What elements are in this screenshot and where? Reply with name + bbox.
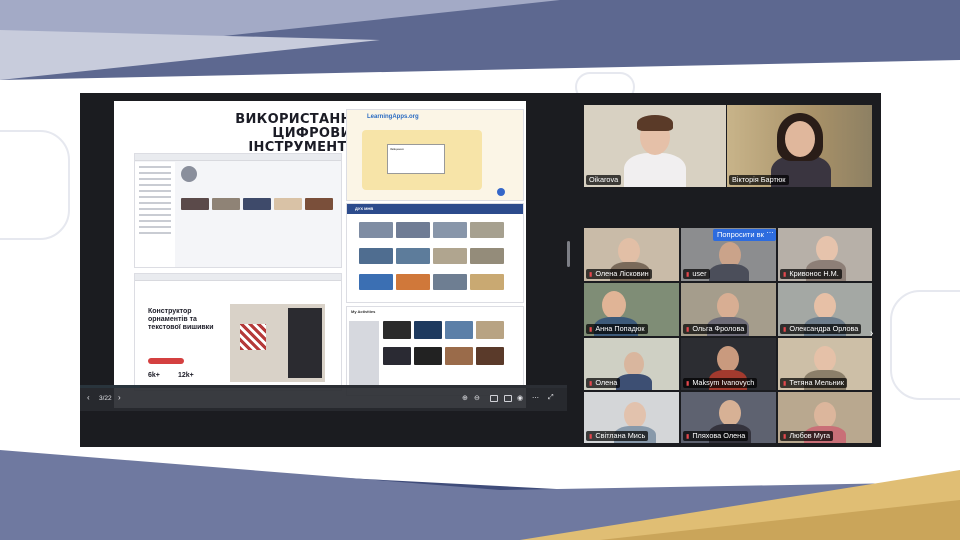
participant-name: Анна Попадюк (586, 324, 648, 334)
zoom-in-icon[interactable]: ⊕ (462, 394, 468, 402)
learningapps-dialog: Зміщення (387, 144, 445, 174)
page-counter: 3/22 (99, 395, 112, 402)
my-activities-title: My Activities (351, 309, 376, 314)
participant-tile-7[interactable]: Олена (584, 338, 679, 390)
options-icon[interactable]: ⋯ (532, 394, 539, 402)
decor-ring-right (890, 290, 960, 400)
participant-tile-3[interactable]: Кривонос Н.М. (778, 228, 872, 281)
screenshot-exercise-site: ДУХ МНВ (346, 203, 524, 303)
decor-ring-left (0, 130, 70, 240)
zoom-out-icon[interactable]: ⊖ (474, 394, 480, 402)
stat-users: 6k+ (148, 372, 160, 379)
editor-panel (288, 308, 322, 378)
participant-name: Oikarova (586, 175, 622, 185)
participant-name: Ольга Фролова (683, 324, 748, 334)
slide-title-line1: ВИКОРИСТАННЯ ЦИФРОВИХ (235, 112, 362, 141)
channel-avatar (181, 166, 197, 182)
participant-name: Світлана Мись (586, 431, 649, 441)
bottom-decoration (0, 450, 960, 540)
shared-screen: ВИКОРИСТАННЯ ЦИФРОВИХ ІНСТРУМЕНТІВ Learn… (80, 93, 567, 447)
participant-tile-1[interactable]: Олена Лісковин (584, 228, 679, 281)
channel-thumbnails (181, 198, 333, 210)
shared-slide: ВИКОРИСТАННЯ ЦИФРОВИХ ІНСТРУМЕНТІВ Learn… (114, 101, 526, 408)
participant-name: Тетяна Мельник (780, 378, 847, 388)
constructor-cta (148, 358, 184, 364)
screenshot-embroidery-constructor: Конструктор орнаментів та текстової виши… (134, 273, 342, 391)
participant-tile-12[interactable]: Любов Муга (778, 392, 872, 443)
learningapps-title: LearningApps.org (367, 114, 419, 120)
broadcast-icon[interactable]: ◉ (517, 394, 523, 402)
featured-tile-active-speaker[interactable]: Вікторія Бартюк (727, 105, 872, 187)
slide-title: ВИКОРИСТАННЯ ЦИФРОВИХ ІНСТРУМЕНТІВ (162, 113, 362, 155)
participant-tile-9[interactable]: Тетяна Мельник (778, 338, 872, 390)
participant-name: Maksym Ivanovych (683, 378, 758, 388)
more-options-button[interactable]: ⋯ (764, 229, 776, 241)
screenshot-my-activities: My Activities (346, 306, 524, 396)
captions-icon[interactable] (490, 395, 498, 402)
previous-slide-icon[interactable]: ‹ (87, 393, 90, 402)
next-slide-icon[interactable]: › (118, 393, 121, 402)
fullscreen-icon[interactable]: ⤢ (548, 394, 554, 402)
ornament-pattern (240, 324, 266, 350)
featured-tile-oikarova[interactable]: Oikarova (584, 105, 726, 187)
screenshot-sidebar (135, 162, 175, 267)
participant-name: Олена (586, 378, 621, 388)
screenshot-learningapps: LearningApps.org Зміщення (346, 109, 524, 201)
participant-name: Пляхова Олена (683, 431, 749, 441)
activity-sidebar (349, 321, 379, 385)
participant-tile-10[interactable]: Світлана Мись (584, 392, 679, 443)
hair (637, 115, 673, 131)
participant-tile-6[interactable]: Олександра Орлова (778, 283, 872, 336)
constructor-photo (230, 304, 325, 382)
participant-name: Кривонос Н.М. (780, 269, 842, 279)
chevron-right-icon[interactable]: › (870, 328, 873, 339)
exercise-thumbnails (359, 222, 504, 290)
participant-tile-8[interactable]: Maksym Ivanovych (681, 338, 776, 390)
screenshot-toolbar (135, 154, 341, 161)
presentation-slide-page: ВИКОРИСТАННЯ ЦИФРОВИХ ІНСТРУМЕНТІВ Learn… (0, 0, 960, 540)
site-header: ДУХ МНВ (347, 204, 523, 214)
participant-name: Олександра Орлова (780, 324, 862, 334)
video-conference-window: ВИКОРИСТАННЯ ЦИФРОВИХ ІНСТРУМЕНТІВ Learn… (80, 93, 881, 447)
top-decoration (0, 0, 960, 80)
participant-name: Любов Муга (780, 431, 834, 441)
constructor-nav (135, 274, 341, 281)
site-title: ДУХ МНВ (355, 206, 374, 211)
participant-tile-4[interactable]: Анна Попадюк (584, 283, 679, 336)
layout-icon[interactable] (504, 395, 512, 402)
participant-name: Олена Лісковин (586, 269, 652, 279)
screenshot-video-channel (134, 153, 342, 268)
participant-tile-5[interactable]: Ольга Фролова (681, 283, 776, 336)
participant-name: user (683, 269, 710, 279)
activity-thumbnails (383, 321, 504, 365)
help-button-icon (497, 188, 505, 196)
split-handle[interactable] (567, 241, 570, 267)
participant-tile-11[interactable]: Пляхова Олена (681, 392, 776, 443)
constructor-title: Конструктор орнаментів та текстової виши… (148, 308, 214, 331)
participant-name: Вікторія Бартюк (729, 175, 789, 185)
stat-patterns: 12k+ (178, 372, 194, 379)
